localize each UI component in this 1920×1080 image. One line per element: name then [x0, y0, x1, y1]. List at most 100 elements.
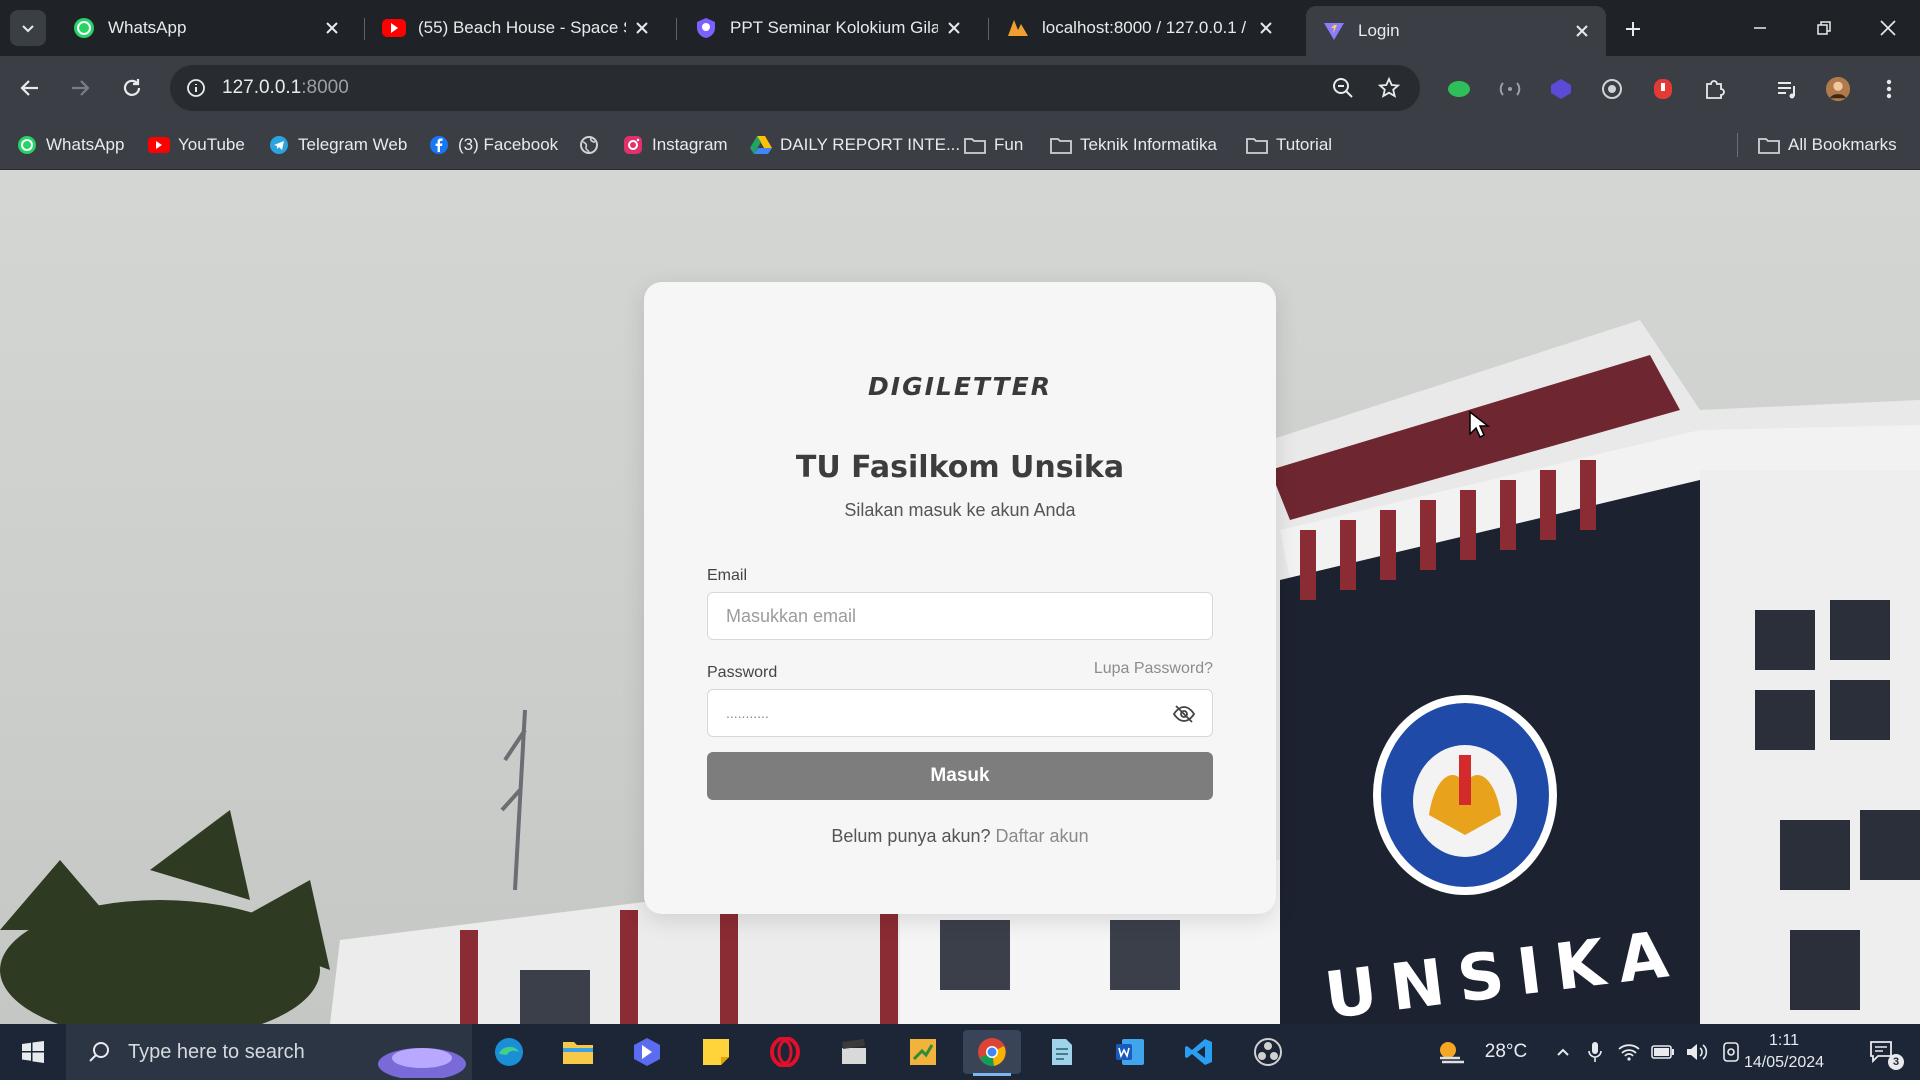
taskbar-power-automate[interactable] [618, 1030, 676, 1074]
folder-icon [1246, 134, 1268, 156]
windows-logo-icon [22, 1041, 44, 1063]
microphone-icon[interactable] [1580, 1024, 1610, 1080]
bookmark-folder-fun[interactable]: Fun [964, 132, 1023, 158]
taskbar-vscode[interactable] [1170, 1030, 1228, 1074]
close-icon[interactable] [632, 18, 652, 38]
taskbar-notepad[interactable] [1032, 1030, 1090, 1074]
notification-center-button[interactable]: 3 [1862, 1024, 1904, 1080]
bookmark-label: Fun [994, 135, 1024, 154]
reload-button[interactable] [114, 70, 150, 106]
extension-radio-icon[interactable] [1497, 76, 1523, 102]
bookmark-label: DAILY REPORT INTE... [780, 135, 961, 154]
search-placeholder: Type here to search [128, 1040, 305, 1063]
taskbar-obs[interactable] [1239, 1030, 1297, 1074]
new-tab-button[interactable] [1618, 14, 1648, 44]
taskbar-sticky-notes[interactable] [687, 1030, 745, 1074]
extension-green-icon[interactable] [1446, 76, 1472, 102]
bookmark-daily-report[interactable]: DAILY REPORT INTE... [750, 132, 960, 158]
email-label: Email [707, 567, 748, 584]
zoom-icon[interactable] [1330, 75, 1356, 101]
bookmark-star-icon[interactable] [1376, 75, 1402, 101]
register-link[interactable]: Daftar akun [996, 826, 1089, 846]
vite-icon [1322, 19, 1346, 43]
canva-icon [694, 16, 718, 40]
site-info-icon[interactable] [184, 76, 208, 100]
bookmark-telegram[interactable]: Telegram Web [268, 132, 407, 158]
close-window-button[interactable] [1856, 0, 1920, 56]
bookmark-label: Telegram Web [298, 135, 408, 154]
browser-toolbar: 127.0.0.1:8000 [0, 56, 1920, 120]
close-icon[interactable] [1256, 18, 1276, 38]
start-button[interactable] [0, 1024, 66, 1080]
bookmarks-separator [1737, 133, 1738, 157]
bookmark-whatsapp[interactable]: WhatsApp [16, 132, 124, 158]
telegram-icon [268, 134, 290, 156]
youtube-icon [148, 134, 170, 156]
taskbar-file-explorer[interactable] [549, 1030, 607, 1074]
drive-icon [750, 134, 772, 156]
minimize-button[interactable] [1728, 0, 1792, 56]
taskbar-app-orange[interactable] [894, 1030, 952, 1074]
whatsapp-icon [72, 16, 96, 40]
taskbar-video-editor[interactable] [825, 1030, 883, 1074]
media-controls-icon[interactable] [1774, 76, 1800, 102]
login-card: DIGILETTER TU Fasilkom Unsika Silakan ma… [644, 282, 1276, 914]
wifi-icon[interactable] [1614, 1024, 1644, 1080]
bookmark-folder-tutorial[interactable]: Tutorial [1246, 132, 1332, 158]
volume-icon[interactable] [1682, 1024, 1712, 1080]
address-bar[interactable]: 127.0.0.1:8000 [170, 65, 1420, 111]
tab-phpmyadmin[interactable]: localhost:8000 / 127.0.0.1 / v [990, 8, 1290, 48]
brand-logo: DIGILETTER [868, 372, 1052, 401]
search-icon [84, 1037, 114, 1067]
login-submit-button[interactable]: Masuk [707, 752, 1213, 800]
extensions-puzzle-icon[interactable] [1701, 76, 1727, 102]
forgot-password-link[interactable]: Lupa Password? [1094, 660, 1213, 678]
password-field[interactable]: ........... [707, 689, 1213, 737]
tab-youtube[interactable]: (55) Beach House - Space So [366, 8, 666, 48]
clapperboard-icon [842, 1039, 866, 1064]
taskbar-search-box[interactable]: Type here to search [66, 1024, 472, 1080]
profile-avatar[interactable] [1825, 76, 1851, 102]
battery-icon[interactable] [1648, 1024, 1678, 1080]
search-highlight-image [378, 1048, 466, 1078]
taskbar-edge[interactable] [480, 1030, 538, 1074]
bookmark-facebook[interactable]: (3) Facebook [428, 132, 558, 158]
email-placeholder: Masukkan email [726, 605, 857, 626]
bookmark-label: YouTube [178, 135, 245, 154]
close-icon[interactable] [1572, 21, 1592, 41]
taskbar-opera[interactable] [756, 1030, 814, 1074]
taskbar-word[interactable] [1101, 1030, 1159, 1074]
eye-off-icon[interactable] [1172, 702, 1196, 726]
show-hidden-icons[interactable] [1548, 1024, 1578, 1080]
tab-login[interactable]: Login [1306, 6, 1606, 56]
url-host: 127.0.0.1 [222, 77, 302, 98]
restore-button[interactable] [1792, 0, 1856, 56]
tab-canva[interactable]: PPT Seminar Kolokium Gilan [678, 8, 978, 48]
password-value: ........... [726, 705, 769, 721]
browser-menu-icon[interactable] [1876, 76, 1902, 102]
bookmark-globe[interactable] [578, 132, 608, 158]
extension-purple-icon[interactable] [1548, 76, 1574, 102]
email-field[interactable]: Masukkan email [707, 592, 1213, 640]
back-button[interactable] [12, 70, 48, 106]
tab-whatsapp[interactable]: WhatsApp [56, 8, 356, 48]
taskbar-chrome[interactable] [963, 1030, 1021, 1076]
tab-search-button[interactable] [10, 10, 46, 46]
app-icon [910, 1039, 936, 1065]
bookmark-youtube[interactable]: YouTube [148, 132, 245, 158]
instagram-icon [622, 134, 644, 156]
bookmark-label: All Bookmarks [1788, 135, 1897, 154]
extension-target-icon[interactable] [1599, 76, 1625, 102]
all-bookmarks-button[interactable]: All Bookmarks [1758, 132, 1897, 158]
notification-count-badge: 3 [1888, 1054, 1904, 1070]
taskbar-clock[interactable]: 1:11 14/05/2024 [1734, 1030, 1834, 1074]
tab-strip: WhatsApp (55) Beach House - Space So PPT… [0, 0, 1920, 56]
close-icon[interactable] [322, 18, 342, 38]
bookmark-instagram[interactable]: Instagram [622, 132, 728, 158]
weather-widget[interactable] [1428, 1024, 1476, 1080]
forward-button[interactable] [62, 70, 98, 106]
close-icon[interactable] [944, 18, 964, 38]
extension-red-icon[interactable] [1650, 76, 1676, 102]
bookmark-folder-teknik[interactable]: Teknik Informatika [1050, 132, 1217, 158]
opera-icon [770, 1037, 800, 1067]
